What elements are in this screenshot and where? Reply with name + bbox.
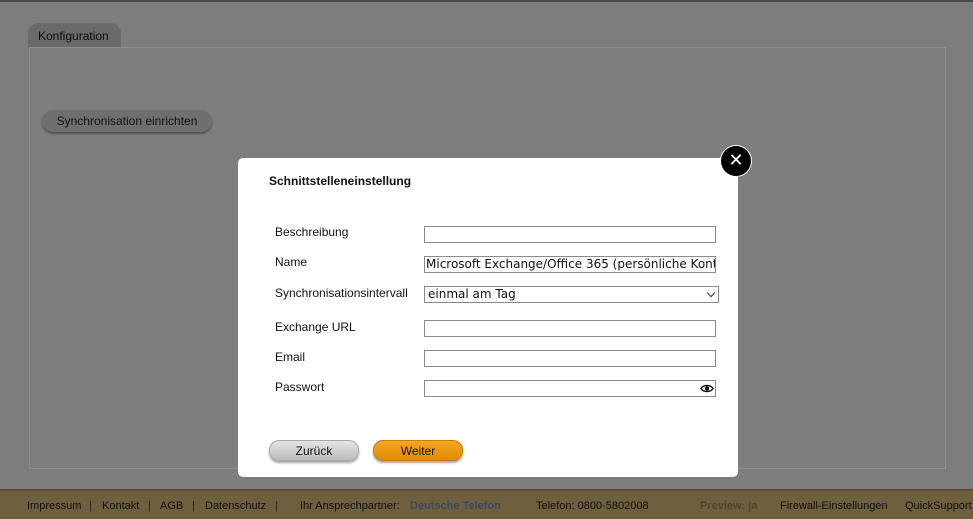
footer-separator: | xyxy=(148,500,151,512)
name-label: Name xyxy=(275,255,308,269)
footer-separator: | xyxy=(275,500,278,512)
footer-link-impressum[interactable]: Impressum xyxy=(27,500,81,512)
exchange-url-input[interactable] xyxy=(424,320,716,337)
footer-separator: | xyxy=(89,500,92,512)
tab-konfiguration[interactable]: Konfiguration xyxy=(28,23,121,48)
eye-icon[interactable] xyxy=(700,382,714,395)
footer-partner-name: Deutsche Telefon xyxy=(410,500,501,512)
interface-settings-dialog: Schnittstelleneinstellung Beschreibung N… xyxy=(238,158,738,477)
close-icon[interactable]: ✕ xyxy=(721,146,751,176)
beschreibung-label: Beschreibung xyxy=(275,225,349,239)
footer-link-datenschutz[interactable]: Datenschutz xyxy=(205,500,266,512)
footer-link-kontakt[interactable]: Kontakt xyxy=(102,500,139,512)
interval-label: Synchronisationsintervall xyxy=(275,286,408,300)
name-input[interactable]: Microsoft Exchange/Office 365 (persönlic… xyxy=(424,256,716,273)
footer-link-quicksupport[interactable]: QuickSupport xyxy=(905,500,972,512)
email-label: Email xyxy=(275,350,306,364)
footer-separator: | xyxy=(192,500,195,512)
exchange-url-label: Exchange URL xyxy=(275,320,356,334)
next-button[interactable]: Weiter xyxy=(373,440,463,461)
footer-partner-label: Ihr Ansprechpartner: xyxy=(300,500,400,512)
email-input[interactable] xyxy=(424,350,716,367)
footer-link-agb[interactable]: AGB xyxy=(160,500,183,512)
footer-link-firewall[interactable]: Firewall-Einstellungen xyxy=(780,500,888,512)
sync-setup-button[interactable]: Synchronisation einrichten xyxy=(42,110,212,132)
footer-bar: Impressum | Kontakt | AGB | Datenschutz … xyxy=(0,489,973,519)
interval-selected-value: einmal am Tag xyxy=(428,287,516,301)
chevron-down-icon xyxy=(706,288,716,298)
footer-preview: Preview: ja xyxy=(700,500,758,512)
beschreibung-input[interactable] xyxy=(424,226,716,243)
passwort-label: Passwort xyxy=(275,380,325,394)
footer-telefon: Telefon: 0800-5802008 xyxy=(536,500,649,512)
dialog-title: Schnittstelleneinstellung xyxy=(269,174,412,188)
password-input[interactable] xyxy=(424,380,716,397)
back-button[interactable]: Zurück xyxy=(269,440,359,461)
interval-select[interactable]: einmal am Tag xyxy=(424,286,719,303)
